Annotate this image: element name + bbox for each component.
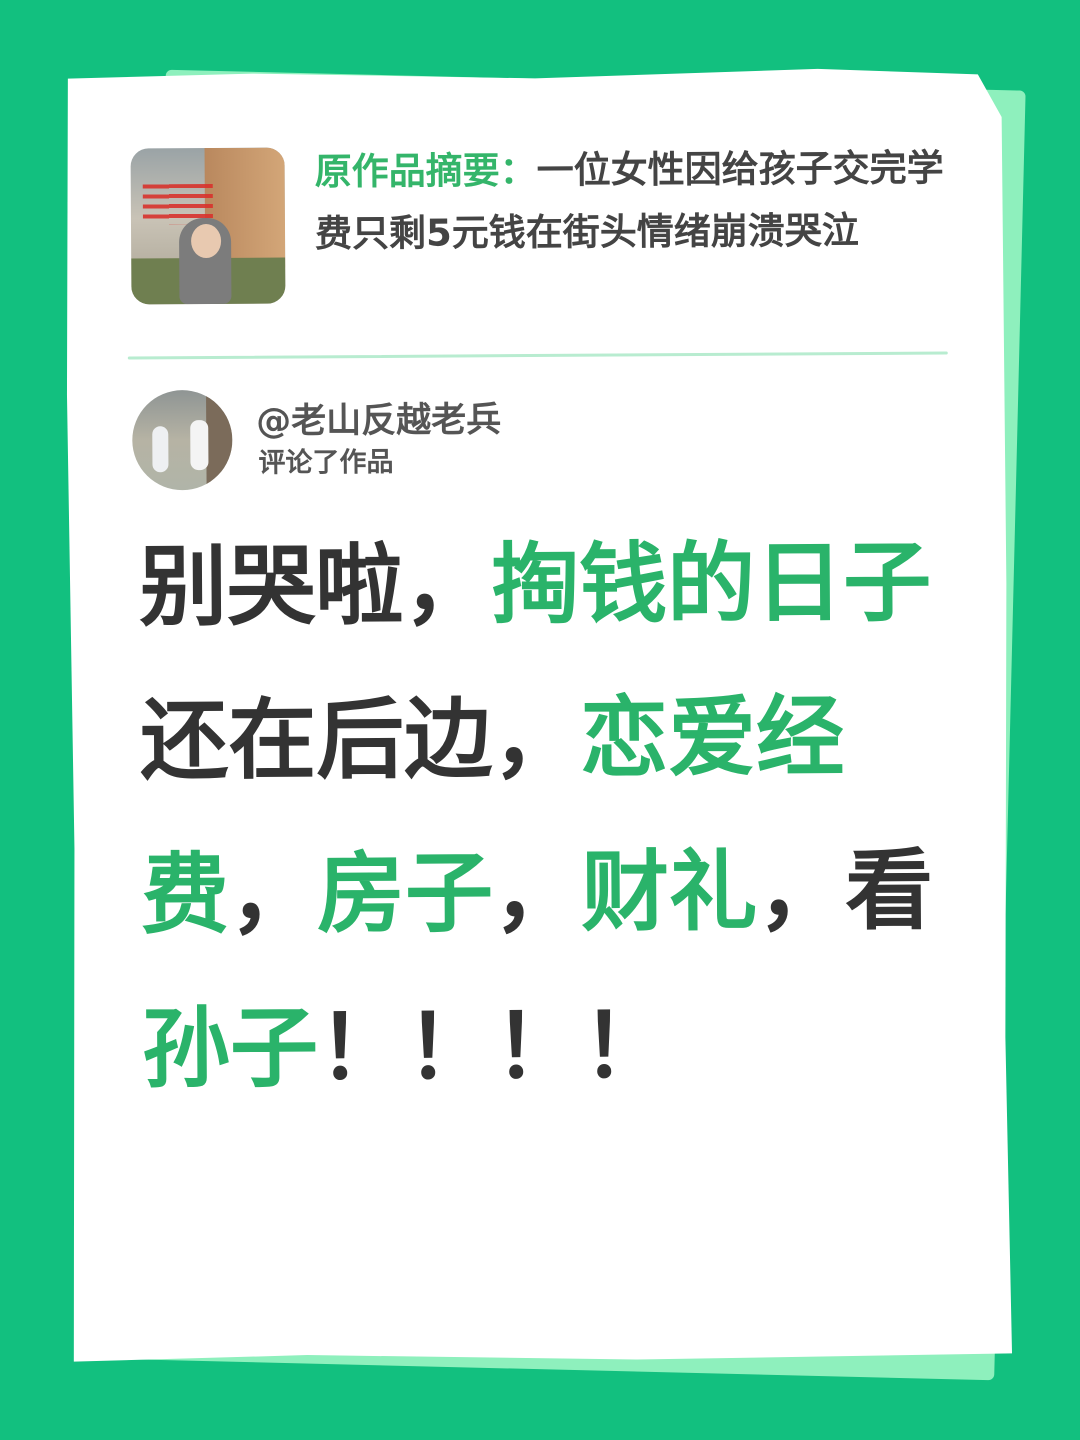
comment-segment: 别哭啦， xyxy=(138,533,492,639)
original-work-summary: 原作品摘要：一位女性因给孩子交完学费只剩5元钱在街头情绪崩溃哭泣 xyxy=(131,143,952,318)
note-card: 原作品摘要：一位女性因给孩子交完学费只剩5元钱在街头情绪崩溃哭泣 @老山反越老兵… xyxy=(64,65,1014,1367)
summary-label: 原作品摘要： xyxy=(314,149,537,194)
comment-text: 别哭啦，掏钱的日子还在后边，恋爱经费，房子，财礼，看孙子！！！！ xyxy=(139,506,943,1127)
comment-action-label: 评论了作品 xyxy=(258,446,394,479)
comment-segment-highlight: 房子 xyxy=(316,841,494,946)
comment-segment: ， xyxy=(228,842,318,946)
original-work-thumbnail[interactable] xyxy=(131,148,286,305)
comment-segment: ！！！！ xyxy=(317,994,671,1100)
comment-segment: 还在后边， xyxy=(139,686,581,793)
comment-segment: ， xyxy=(492,840,582,945)
comment-segment-highlight: 财礼 xyxy=(580,839,758,944)
avatar-figure xyxy=(152,426,168,472)
commenter-name[interactable]: @老山反越老兵 xyxy=(256,398,501,443)
thumbnail-face xyxy=(191,224,221,258)
commenter-avatar[interactable] xyxy=(132,390,233,491)
summary-text: 原作品摘要：一位女性因给孩子交完学费只剩5元钱在街头情绪崩溃哭泣 xyxy=(314,137,955,265)
avatar-wall xyxy=(206,390,233,490)
comment-segment-highlight: 孙子 xyxy=(141,996,319,1101)
comment-segment-highlight: 掏钱的日子 xyxy=(490,530,932,637)
comment-segment: ，看 xyxy=(756,838,934,943)
divider xyxy=(128,351,948,359)
avatar-figure xyxy=(190,420,208,470)
